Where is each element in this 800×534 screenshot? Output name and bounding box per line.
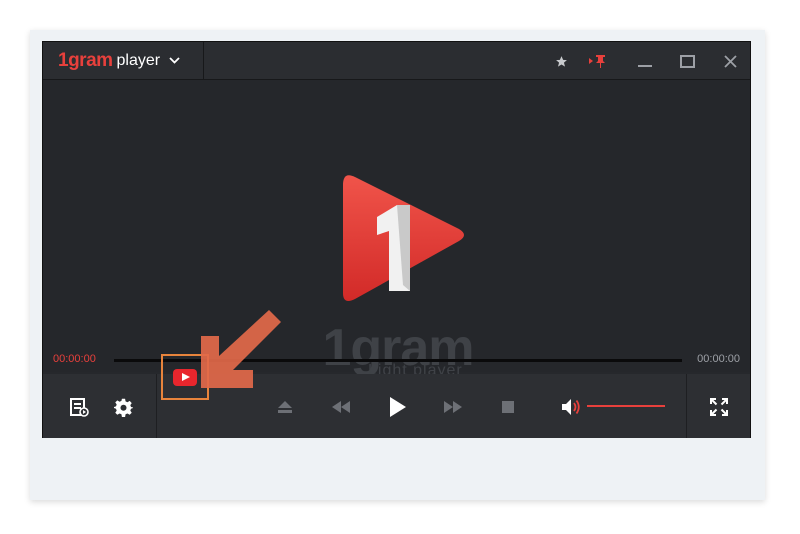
rewind-icon bbox=[332, 401, 350, 413]
volume-icon bbox=[562, 399, 580, 415]
favorite-button[interactable] bbox=[551, 51, 571, 71]
volume-slider[interactable] bbox=[587, 405, 665, 407]
play-icon bbox=[390, 397, 406, 417]
fullscreen-icon bbox=[710, 398, 728, 416]
control-divider bbox=[686, 374, 687, 438]
app-menu-button[interactable]: 1gram player bbox=[43, 42, 204, 80]
youtube-icon bbox=[173, 368, 197, 386]
big-play-logo-icon bbox=[343, 175, 464, 301]
eject-icon bbox=[278, 401, 292, 413]
eject-button[interactable] bbox=[273, 396, 297, 418]
playlist-button[interactable] bbox=[67, 395, 91, 419]
maximize-button[interactable] bbox=[677, 51, 697, 71]
close-button[interactable] bbox=[720, 51, 740, 71]
gear-icon bbox=[113, 398, 133, 417]
fast-forward-button[interactable] bbox=[441, 396, 465, 418]
mute-button[interactable] bbox=[559, 395, 583, 419]
minimize-icon bbox=[638, 65, 652, 67]
close-icon bbox=[723, 54, 737, 68]
star-icon bbox=[555, 55, 567, 67]
seek-row: 00:00:00 00:00:00 bbox=[43, 352, 750, 372]
play-button[interactable] bbox=[385, 394, 411, 420]
pin-on-top-button[interactable] bbox=[588, 51, 608, 71]
pin-icon bbox=[589, 55, 605, 68]
rewind-button[interactable] bbox=[329, 396, 353, 418]
playlist-icon bbox=[70, 398, 89, 417]
maximize-icon bbox=[679, 54, 695, 68]
stop-icon bbox=[502, 401, 514, 413]
fast-forward-icon bbox=[444, 401, 462, 413]
app-name: player bbox=[116, 52, 161, 69]
video-area[interactable]: 1gram Light player bbox=[43, 80, 750, 379]
settings-button[interactable] bbox=[111, 395, 135, 419]
control-divider bbox=[156, 374, 157, 438]
stop-button[interactable] bbox=[496, 396, 520, 418]
fullscreen-button[interactable] bbox=[707, 395, 731, 419]
chevron-down-icon bbox=[169, 55, 180, 67]
total-time: 00:00:00 bbox=[697, 353, 740, 365]
app-brand-logo: 1gram bbox=[58, 50, 113, 71]
current-time: 00:00:00 bbox=[53, 353, 96, 365]
titlebar: 1gram player bbox=[43, 42, 750, 80]
annotation-arrow-icon bbox=[201, 310, 281, 388]
minimize-button[interactable] bbox=[635, 51, 655, 71]
player-window: 1gram player 1gram Light player 00:00:00… bbox=[42, 41, 751, 438]
